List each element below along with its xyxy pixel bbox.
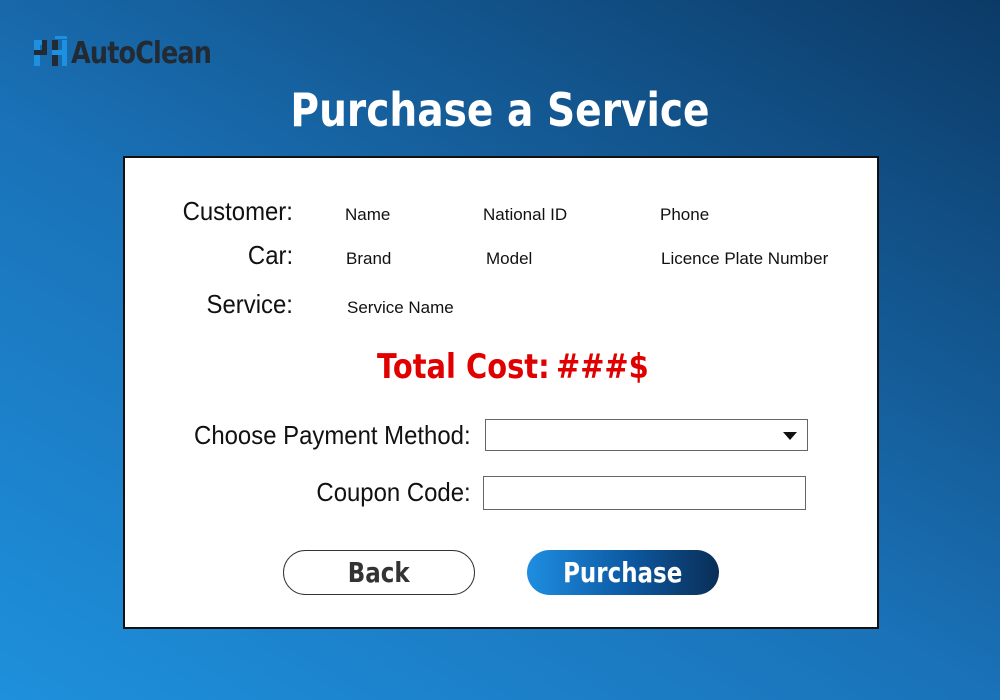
- customer-phone-value: Phone: [660, 205, 710, 224]
- brand-name: AutoClean: [71, 35, 212, 71]
- purchase-button-label: Purchase: [563, 556, 683, 589]
- coupon-code-input[interactable]: [484, 477, 805, 509]
- service-name-value: Service Name: [347, 298, 454, 317]
- autoclean-logo-icon: [34, 36, 67, 66]
- back-button[interactable]: Back: [283, 550, 475, 595]
- payment-method-select[interactable]: [485, 419, 808, 451]
- coupon-code-label: Coupon Code:: [316, 477, 471, 507]
- car-model-value: Model: [486, 249, 533, 268]
- coupon-code-field: [483, 476, 806, 510]
- brand-logo: AutoClean: [33, 34, 236, 72]
- car-label: Car:: [247, 240, 293, 270]
- car-plate-value: Licence Plate Number: [661, 249, 829, 268]
- service-label: Service:: [206, 289, 293, 319]
- purchase-form-card: Customer: Name National ID Phone Car: Br…: [123, 156, 879, 629]
- customer-label: Customer:: [182, 196, 293, 226]
- customer-national-id-value: National ID: [483, 205, 568, 224]
- purchase-button[interactable]: Purchase: [527, 550, 719, 595]
- customer-name-value: Name: [345, 205, 391, 224]
- chevron-down-icon[interactable]: [783, 432, 797, 440]
- total-cost-label: Total Cost:: [377, 347, 550, 387]
- total-cost-value: ###$: [556, 347, 649, 387]
- car-brand-value: Brand: [346, 249, 392, 268]
- back-button-label: Back: [348, 556, 410, 589]
- payment-method-label: Choose Payment Method:: [194, 420, 471, 450]
- page-title: Purchase a Service: [290, 83, 710, 137]
